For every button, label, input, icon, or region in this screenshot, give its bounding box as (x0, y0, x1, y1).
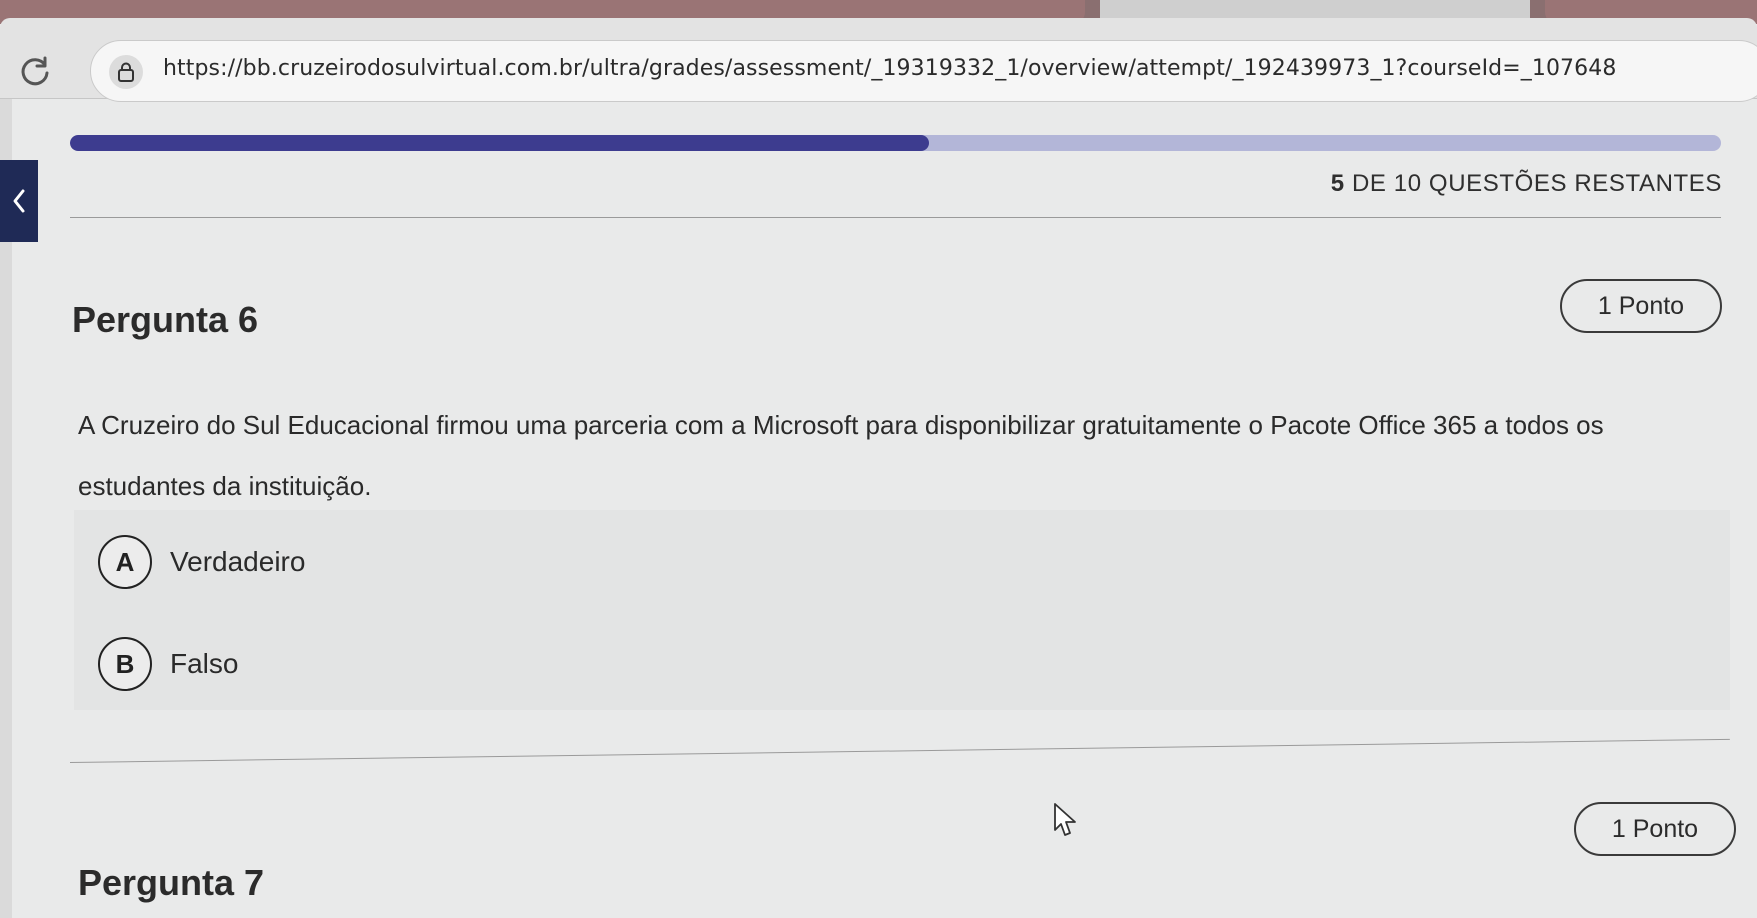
option-a[interactable]: A Verdadeiro (98, 530, 1698, 594)
option-letter[interactable]: A (98, 535, 152, 589)
lock-icon[interactable] (109, 55, 143, 89)
question-text: A Cruzeiro do Sul Educacional firmou uma… (78, 410, 1604, 501)
divider (69, 738, 1730, 763)
remaining-label: DE 10 QUESTÕES RESTANTES (1351, 170, 1722, 197)
address-bar[interactable]: https://bb.cruzeirodosulvirtual.com.br/u… (90, 40, 1757, 102)
mouse-cursor-icon (1054, 803, 1076, 836)
option-letter[interactable]: B (98, 637, 152, 691)
option-label[interactable]: Falso (170, 648, 238, 680)
questions-remaining: 5 DE 10 QUESTÕES RESTANTES (1331, 170, 1722, 198)
reload-icon[interactable] (16, 52, 54, 90)
back-button[interactable] (0, 160, 38, 242)
progress-fill (70, 135, 929, 151)
browser-toolbar: https://bb.cruzeirodosulvirtual.com.br/u… (0, 18, 1757, 102)
question-title: Pergunta 6 (72, 299, 259, 340)
answer-options: A Verdadeiro B Falso (74, 510, 1730, 710)
points-badge: 1 Ponto (1560, 279, 1722, 333)
divider (70, 217, 1721, 218)
question-title: Pergunta 7 (78, 862, 265, 903)
option-b[interactable]: B Falso (98, 632, 1698, 696)
option-label[interactable]: Verdadeiro (170, 546, 305, 578)
progress-bar (70, 135, 1721, 151)
remaining-count: 5 (1330, 170, 1345, 197)
points-badge: 1 Ponto (1574, 802, 1736, 856)
chevron-left-icon (13, 189, 25, 213)
url-text[interactable]: https://bb.cruzeirodosulvirtual.com.br/u… (163, 56, 1616, 81)
